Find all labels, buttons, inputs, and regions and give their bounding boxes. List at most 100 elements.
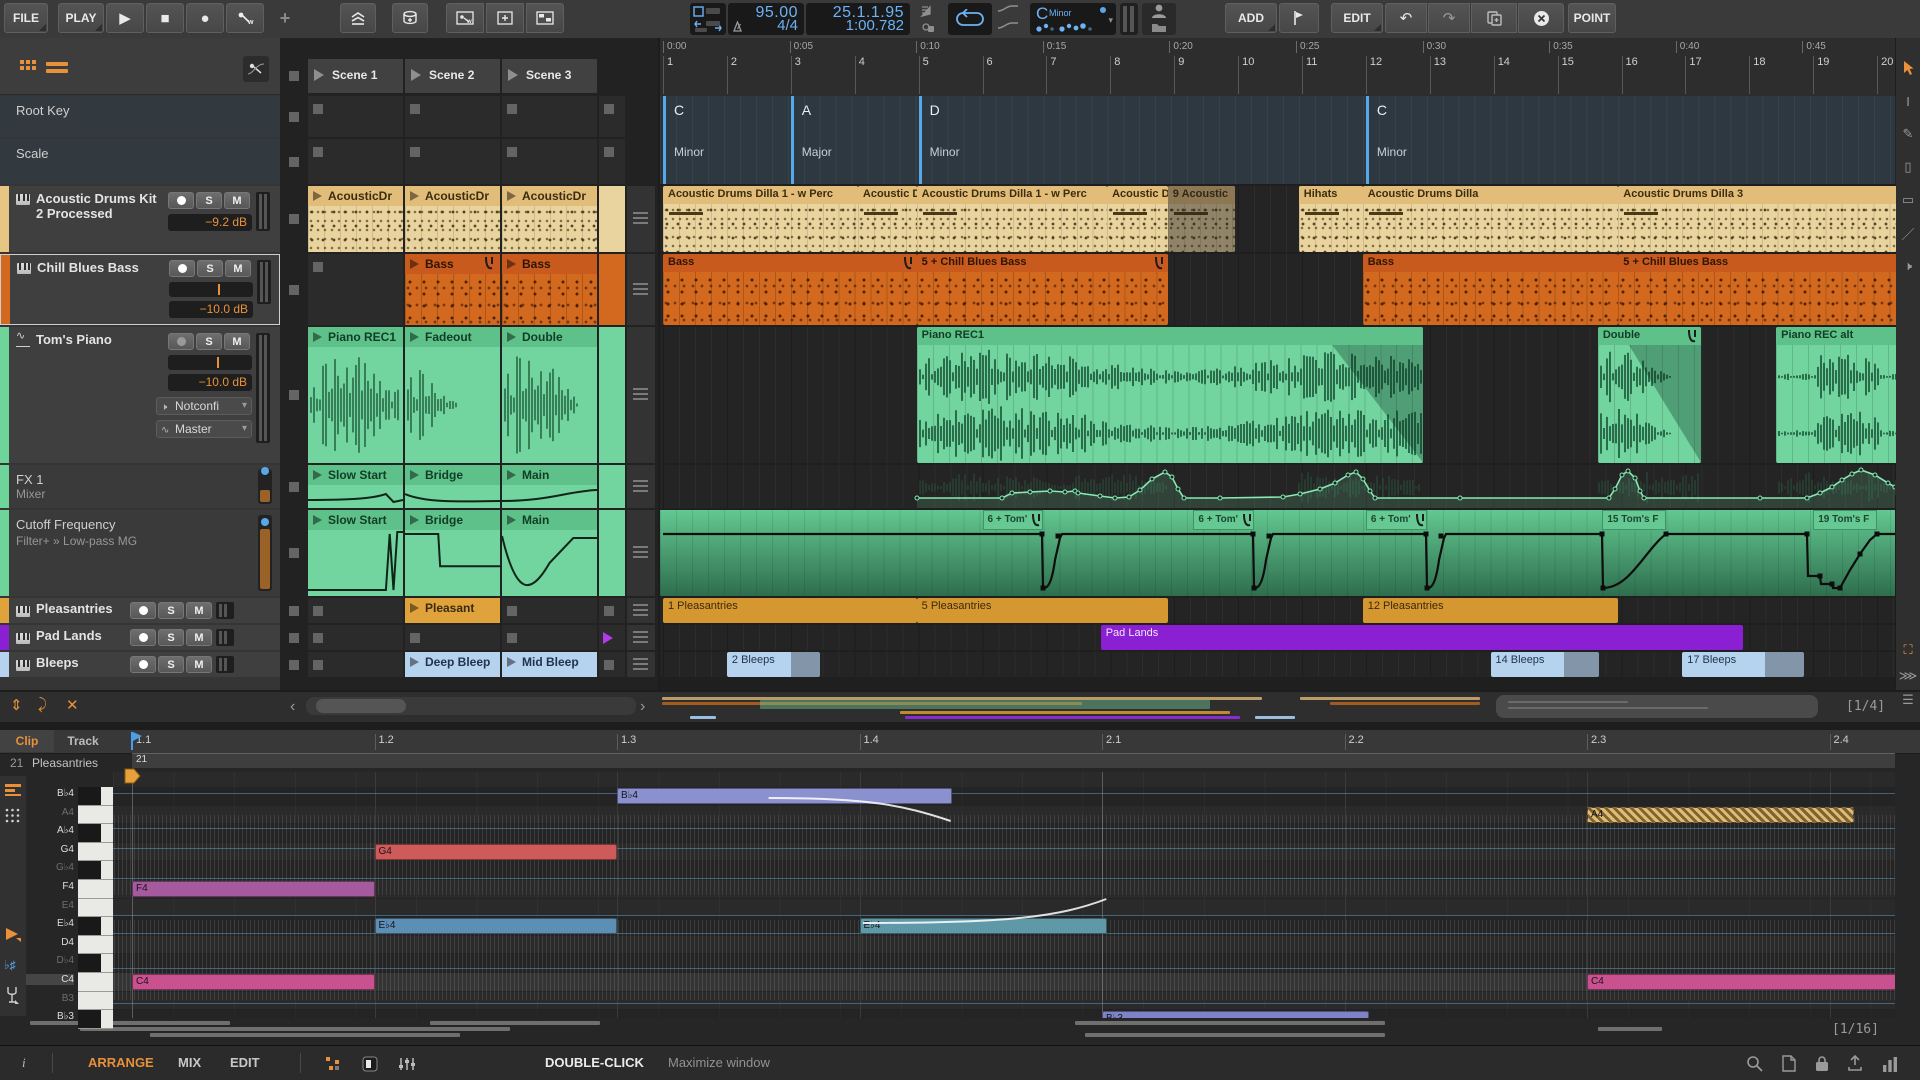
volume-value[interactable]: −10.0 dB xyxy=(168,374,252,391)
launcher-clip[interactable]: Slow Start xyxy=(308,465,403,508)
arranger-clip[interactable]: Hihats xyxy=(1299,186,1363,252)
arranger-clip[interactable]: Acoustic Drums Dilla xyxy=(1363,186,1619,252)
info-icon[interactable]: i xyxy=(22,1055,26,1071)
fx-mini-fader[interactable] xyxy=(258,469,272,504)
undo-button[interactable]: ↶ xyxy=(1385,3,1427,33)
white-key[interactable] xyxy=(78,936,113,955)
arranger-scrollbar-thumb[interactable] xyxy=(1496,695,1818,718)
volume-value[interactable]: −10.0 dB xyxy=(169,301,253,318)
launcher-clip[interactable]: Main xyxy=(502,465,597,508)
midi-note[interactable]: C4 xyxy=(1587,974,1895,990)
clip-grid-panel-button[interactable] xyxy=(526,3,564,33)
song-time[interactable]: 1:00.782 xyxy=(846,17,904,34)
list-view-icon[interactable] xyxy=(46,61,68,75)
panel-layout-icon[interactable] xyxy=(362,1056,378,1072)
follow-icon[interactable]: ⤸ xyxy=(38,696,47,713)
clip-slot[interactable] xyxy=(308,652,403,677)
launcher-clip[interactable]: AcousticDr xyxy=(502,186,597,252)
edit-menu-button[interactable]: EDIT xyxy=(1331,3,1383,33)
follow-arrows-icon[interactable]: ⋙ xyxy=(1896,664,1920,688)
editor-ruler-label[interactable]: 1.2 xyxy=(375,734,394,750)
clip-slot[interactable]: AcousticDr xyxy=(308,186,403,252)
arranger-clip[interactable]: 17 Bleeps xyxy=(1682,652,1803,677)
black-key[interactable] xyxy=(78,954,113,973)
record-arm-button[interactable] xyxy=(130,629,156,646)
pointer-tool-icon[interactable] xyxy=(1896,56,1920,80)
arranger-clip[interactable]: 2 Bleeps xyxy=(727,652,820,677)
clip-region-bar[interactable]: 21 xyxy=(132,753,1895,768)
mute-button[interactable]: M xyxy=(224,333,250,350)
arranger-clip[interactable]: 5 Pleasantries xyxy=(917,598,1168,623)
arranger-clip[interactable]: Pad Lands xyxy=(1101,625,1743,650)
panel-automation-button[interactable] xyxy=(243,56,269,82)
black-key[interactable] xyxy=(78,787,113,806)
editor-ruler-label[interactable]: 2.4 xyxy=(1830,734,1849,750)
ruler-bar-number[interactable]: 10 xyxy=(1238,56,1254,94)
clip-slot[interactable] xyxy=(599,598,625,623)
add-track-panel-button[interactable] xyxy=(486,3,524,33)
arranger-clip[interactable]: Piano REC1 xyxy=(917,327,1424,463)
white-key[interactable] xyxy=(78,992,113,1011)
launcher-clip[interactable]: Bridge xyxy=(405,510,500,596)
clip-slot[interactable] xyxy=(627,625,655,650)
grid-view-icon[interactable] xyxy=(20,60,38,76)
solo-button[interactable]: S xyxy=(158,629,184,646)
clip-slot[interactable]: Pleasant xyxy=(405,598,500,623)
arranger-clip[interactable]: Acoustic Drums Dilla 1 - w Perc xyxy=(663,186,858,252)
track-stop-button[interactable] xyxy=(289,548,299,558)
launcher-clip[interactable]: Slow Start xyxy=(308,510,403,596)
ruler-bar-number[interactable]: 1 xyxy=(663,56,673,94)
mute-button[interactable]: M xyxy=(186,656,212,673)
track-row-scale[interactable]: Scale xyxy=(0,139,280,184)
arranger-clip[interactable]: Bass xyxy=(1363,254,1619,325)
arranger-clip[interactable]: Piano REC alt xyxy=(1776,327,1915,463)
clip-slot[interactable]: Main xyxy=(502,510,597,596)
piano-roll-grid[interactable]: F4C4G4E♭4B♭4E♭4B♭3A4C4 xyxy=(113,772,1895,1018)
mixer-io-icon[interactable]: ☰ xyxy=(1896,688,1920,712)
arranger-timeline[interactable]: 0:000:050:100:150:200:250:300:350:400:45… xyxy=(660,38,1895,690)
clip-slot[interactable]: Bridge xyxy=(405,465,500,508)
solo-button[interactable]: S xyxy=(158,602,184,619)
punch-toggles[interactable] xyxy=(690,3,726,35)
cutoff-fader[interactable] xyxy=(258,515,272,591)
layout-edit-button[interactable]: EDIT xyxy=(230,1055,260,1070)
ruler-bar-number[interactable]: 6 xyxy=(983,56,993,94)
tab-clip[interactable]: Clip xyxy=(0,730,54,752)
layout-mix-button[interactable]: MIX xyxy=(178,1055,201,1070)
key-display[interactable]: C Minor ▾ xyxy=(1030,3,1116,35)
scene-header-1[interactable]: Scene 1 xyxy=(308,59,403,93)
track-row-piano[interactable]: Tom's PianoSM−10.0 dBNotconfi🕨Master∿ xyxy=(0,327,280,463)
track-stop-button[interactable] xyxy=(289,482,299,492)
position-display[interactable]: 25.1.1.95 1:00.782 xyxy=(806,3,910,35)
solo-button[interactable]: S xyxy=(197,260,223,277)
play-menu-button[interactable]: PLAY xyxy=(58,3,104,33)
launcher-clip[interactable]: Bass xyxy=(502,254,597,325)
layers-button[interactable] xyxy=(340,3,376,33)
white-key[interactable] xyxy=(78,806,113,825)
arranger-clip[interactable]: Acoustic D xyxy=(858,186,917,252)
arranger-clip[interactable]: 9 Acoustic xyxy=(1168,186,1235,252)
track-stop-button[interactable] xyxy=(289,112,299,122)
arranger-clip[interactable]: Bass xyxy=(663,254,917,325)
audition-tool-icon[interactable]: 🕨 xyxy=(1896,254,1920,278)
time-select-tool-icon[interactable]: I xyxy=(1896,89,1920,113)
black-key[interactable] xyxy=(78,824,113,843)
lock-icon[interactable] xyxy=(1815,1055,1829,1072)
clip-slot[interactable] xyxy=(627,465,655,508)
launcher-clip[interactable]: Main xyxy=(502,510,597,596)
clip-slot[interactable]: Slow Start xyxy=(308,510,403,596)
arranger-clip[interactable]: 5 + Chill Blues Bass xyxy=(1618,254,1915,325)
clip-slot[interactable] xyxy=(502,96,597,137)
cutoff-clip-label[interactable]: 6 + Tom' xyxy=(1366,510,1427,530)
clip-slot[interactable] xyxy=(502,625,597,650)
pen-tool-icon[interactable]: ✎ xyxy=(1896,122,1920,146)
automation-write-button[interactable]: w xyxy=(226,3,264,33)
clip-slot[interactable] xyxy=(308,598,403,623)
record-arm-button[interactable] xyxy=(130,602,156,619)
clip-slot[interactable]: Double xyxy=(502,327,597,463)
note-lanes-icon[interactable] xyxy=(5,784,21,796)
launcher-clip[interactable]: Mid Bleep xyxy=(502,652,597,677)
clip-slot[interactable]: Deep Bleep xyxy=(405,652,500,677)
track-row-bass[interactable]: Chill Blues BassSM−10.0 dB xyxy=(0,254,280,325)
midi-note[interactable]: C4 xyxy=(132,974,375,990)
